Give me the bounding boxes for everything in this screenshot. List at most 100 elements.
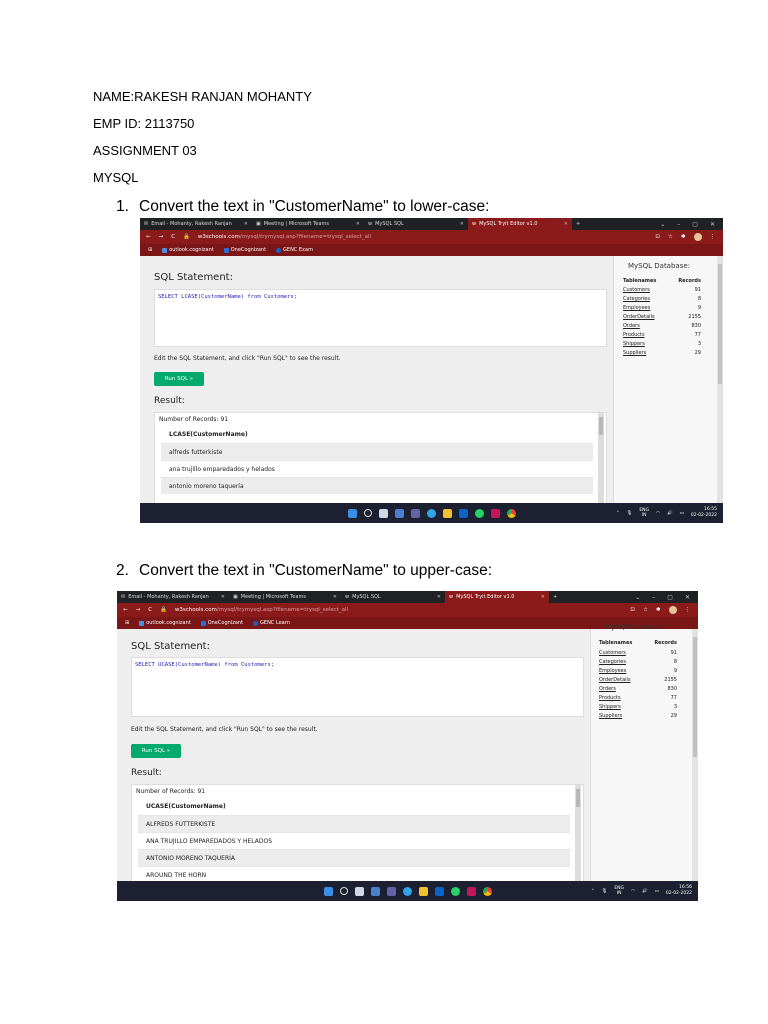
bookmark-onecognizant[interactable]: OneCognizant — [223, 247, 266, 253]
task-view-icon[interactable] — [354, 886, 364, 896]
close-window-icon[interactable]: ✕ — [685, 594, 690, 601]
whatsapp-icon[interactable] — [450, 886, 460, 896]
forward-icon[interactable]: → — [159, 234, 164, 240]
forward-icon[interactable]: → — [136, 607, 141, 613]
search-icon[interactable] — [363, 509, 372, 517]
bookmark-outlook[interactable]: outlook.cognizant — [162, 247, 214, 253]
maximize-icon[interactable]: ▢ — [692, 221, 698, 228]
sql-editor[interactable]: SELECT LCASE(CustomerName) from Customer… — [154, 289, 607, 347]
url-field[interactable]: w3schools.com/mysql/trymysql.asp?filenam… — [175, 607, 348, 613]
db-row-products[interactable]: Products 77 — [623, 332, 701, 338]
avatar[interactable] — [668, 606, 677, 614]
language-indicator[interactable]: ENG IN — [614, 886, 624, 896]
widgets-icon[interactable] — [394, 508, 404, 518]
battery-icon[interactable]: ▭ — [655, 889, 659, 894]
share-icon[interactable]: ⊡ — [630, 607, 635, 613]
close-icon[interactable]: ✕ — [356, 221, 360, 227]
db-row-employees[interactable]: Employees 9 — [623, 305, 701, 311]
chrome-icon[interactable] — [482, 886, 492, 896]
chevron-up-icon[interactable]: ⌃ — [616, 511, 620, 516]
bookmark-genc[interactable]: GENC Learn — [253, 620, 290, 626]
minimize-icon[interactable]: – — [677, 221, 680, 228]
close-icon[interactable]: ✕ — [221, 594, 225, 600]
tab-teams[interactable]: ▣ Meeting | Microsoft Teams ✕ — [252, 218, 364, 230]
reload-icon[interactable]: C — [148, 607, 152, 613]
tab-teams[interactable]: ▣ Meeting | Microsoft Teams ✕ — [229, 591, 341, 603]
close-icon[interactable]: ✕ — [244, 221, 248, 227]
tab-mysql-sql[interactable]: w MySQL SQL ✕ — [364, 218, 468, 230]
outlook-icon[interactable] — [458, 508, 468, 518]
clock[interactable]: 16:56 02-02-2022 — [666, 885, 692, 897]
task-view-icon[interactable] — [378, 508, 388, 518]
wifi-icon[interactable]: ◠ — [656, 511, 660, 516]
db-row-shippers[interactable]: Shippers 3 — [599, 704, 677, 710]
star-icon[interactable]: ☆ — [643, 607, 648, 613]
tab-tryit-editor[interactable]: w MySQL Tryit Editor v1.0 ✕ — [445, 591, 549, 603]
db-row-suppliers[interactable]: Suppliers 29 — [599, 713, 677, 719]
url-field[interactable]: w3schools.com/mysql/trymysql.asp?filenam… — [198, 234, 371, 240]
bookmark-onecognizant[interactable]: OneCognizant — [200, 620, 243, 626]
chrome-icon[interactable] — [506, 508, 516, 518]
menu-icon[interactable]: ⋮ — [685, 607, 691, 613]
edge-icon[interactable] — [426, 508, 436, 518]
clock[interactable]: 16:55 02-02-2022 — [691, 507, 717, 519]
db-row-customers[interactable]: Customers 91 — [623, 287, 701, 293]
avatar[interactable] — [693, 233, 702, 241]
db-row-orderdetails[interactable]: OrderDetails 2155 — [599, 677, 677, 683]
star-icon[interactable]: ☆ — [668, 234, 673, 240]
panel-scrollbar[interactable] — [692, 629, 698, 889]
apps-icon[interactable]: ⊞ — [148, 247, 152, 253]
db-row-products[interactable]: Products 77 — [599, 695, 677, 701]
run-sql-button[interactable]: Run SQL » — [131, 744, 181, 758]
mic-icon[interactable]: 🎙 — [602, 889, 608, 894]
tab-mysql-sql[interactable]: w MySQL SQL ✕ — [341, 591, 445, 603]
run-sql-button[interactable]: Run SQL » — [154, 372, 204, 386]
result-scrollbar[interactable] — [575, 785, 581, 888]
close-icon[interactable]: ✕ — [437, 594, 441, 600]
volume-icon[interactable]: 🔊 — [667, 511, 673, 516]
scrollbar-thumb[interactable] — [576, 789, 580, 807]
mic-icon[interactable]: 🎙 — [627, 511, 633, 516]
windows-start-icon[interactable] — [347, 508, 357, 518]
chevron-up-icon[interactable]: ⌃ — [591, 889, 595, 894]
db-row-shippers[interactable]: Shippers 3 — [623, 341, 701, 347]
maximize-icon[interactable]: ▢ — [667, 594, 673, 601]
chevron-down-icon[interactable]: ⌄ — [635, 594, 640, 601]
close-icon[interactable]: ✕ — [541, 594, 545, 600]
whatsapp-icon[interactable] — [474, 508, 484, 518]
language-indicator[interactable]: ENG IN — [639, 508, 649, 518]
back-icon[interactable]: ← — [146, 234, 151, 240]
intellij-icon[interactable] — [490, 508, 500, 518]
share-icon[interactable]: ⊡ — [655, 234, 660, 240]
db-row-categories[interactable]: Categories 8 — [599, 659, 677, 665]
chevron-down-icon[interactable]: ⌄ — [660, 221, 665, 228]
close-window-icon[interactable]: ✕ — [710, 221, 715, 228]
close-icon[interactable]: ✕ — [333, 594, 337, 600]
close-icon[interactable]: ✕ — [460, 221, 464, 227]
panel-scrollbar[interactable] — [717, 256, 723, 511]
tab-email[interactable]: ✉ Email - Mohanty, Rakesh Ranjan ✕ — [117, 591, 229, 603]
extensions-icon[interactable]: ✱ — [656, 607, 661, 613]
result-scrollbar[interactable] — [598, 413, 604, 511]
tab-tryit-editor[interactable]: w MySQL Tryit Editor v1.0 ✕ — [468, 218, 572, 230]
new-tab-button[interactable]: + — [549, 591, 561, 603]
bookmark-genc[interactable]: GENC Exam — [276, 247, 313, 253]
scrollbar-thumb[interactable] — [718, 264, 722, 384]
intellij-icon[interactable] — [466, 886, 476, 896]
back-icon[interactable]: ← — [123, 607, 128, 613]
battery-icon[interactable]: ▭ — [680, 511, 684, 516]
file-explorer-icon[interactable] — [418, 886, 428, 896]
edge-icon[interactable] — [402, 886, 412, 896]
scrollbar-thumb[interactable] — [693, 637, 697, 757]
widgets-icon[interactable] — [370, 886, 380, 896]
volume-icon[interactable]: 🔊 — [642, 889, 648, 894]
extensions-icon[interactable]: ✱ — [681, 234, 686, 240]
db-row-suppliers[interactable]: Suppliers 29 — [623, 350, 701, 356]
new-tab-button[interactable]: + — [572, 218, 584, 230]
db-row-employees[interactable]: Employees 9 — [599, 668, 677, 674]
db-row-customers[interactable]: Customers 91 — [599, 650, 677, 656]
wifi-icon[interactable]: ◠ — [631, 889, 635, 894]
search-icon[interactable] — [339, 887, 348, 895]
tab-email[interactable]: ✉ Email - Mohanty, Rakesh Ranjan ✕ — [140, 218, 252, 230]
teams-icon[interactable] — [410, 508, 420, 518]
